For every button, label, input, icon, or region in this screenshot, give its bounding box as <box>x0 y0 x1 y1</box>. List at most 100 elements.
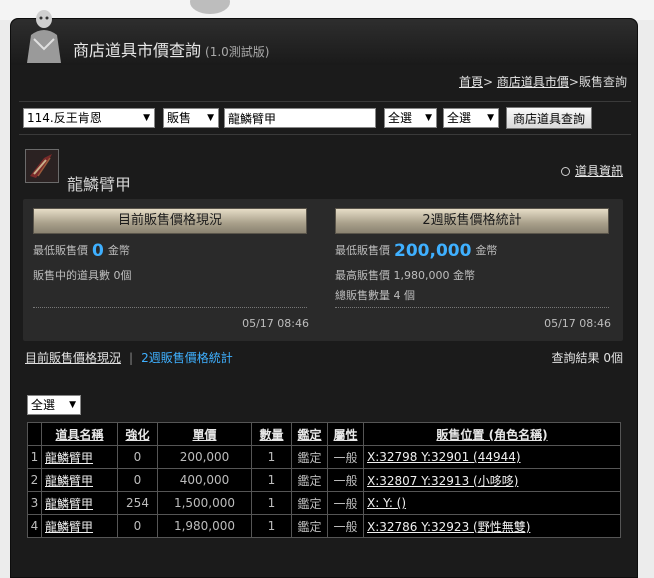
dotted-divider <box>33 307 307 308</box>
breadcrumb-separator: > <box>483 75 494 89</box>
row-price: 200,000 <box>157 445 252 469</box>
page-top-strip <box>0 0 654 20</box>
weekly-max-price: 最高販售價 1,980,000 金幣 <box>335 269 475 282</box>
row-location-link[interactable]: X:32807 Y:32913 (小哆哆) <box>363 468 621 492</box>
page-title-text: 商店道具市價查詢 <box>73 41 202 60</box>
row-qty: 1 <box>251 491 292 515</box>
row-qty: 1 <box>251 514 292 538</box>
price-summary-box: 目前販售價格現況 最低販售價 0 金幣 販售中的道具數 0個 05/17 08:46… <box>23 199 623 341</box>
row-item-name-link[interactable]: 龍鱗臂甲 <box>41 514 118 538</box>
chevron-down-icon: ▼ <box>487 113 494 123</box>
title-bar: 商店道具市價查詢 (1.0測試版) <box>11 10 637 65</box>
row-index: 1 <box>27 445 42 469</box>
view-tabs: 目前販售價格現況 | 2週販售價格統計 <box>25 349 233 366</box>
circle-icon <box>560 167 570 176</box>
character-avatar-icon <box>19 5 69 63</box>
search-bar: 114.反王肯恩 ▼ 販售 ▼ 全選 ▼ 全選 ▼ 商店道具查詢 <box>19 101 631 135</box>
row-location-link[interactable]: X:32786 Y:32923 (野性無雙) <box>363 514 621 538</box>
row-price: 1,980,000 <box>157 514 252 538</box>
row-index: 4 <box>27 514 42 538</box>
table-header-row: 道具名稱 強化 單價 數量 鑑定 屬性 販售位置 (角色名稱) <box>27 422 621 446</box>
weekly-min-value: 200,000 <box>394 241 472 261</box>
breadcrumb: 首頁> 商店道具市價>販售查詢 <box>459 73 627 90</box>
weekly-min-label: 最低販售價 <box>335 244 390 257</box>
column-header-name[interactable]: 道具名稱 <box>41 422 118 446</box>
row-index: 3 <box>27 491 42 515</box>
column-header-location[interactable]: 販售位置 (角色名稱) <box>363 422 621 446</box>
market-panel: 商店道具市價查詢 (1.0測試版) 首頁> 商店道具市價>販售查詢 114.反王肯… <box>10 10 638 578</box>
table-row: 1 龍鱗臂甲 0 200,000 1 鑑定 一般 X:32798 Y:32901… <box>27 445 621 469</box>
row-enhance: 0 <box>117 514 158 538</box>
trade-type-value: 販售 <box>167 111 192 125</box>
trade-type-select[interactable]: 販售 ▼ <box>163 108 219 128</box>
row-item-name-link[interactable]: 龍鱗臂甲 <box>41 491 118 515</box>
weekly-currency: 金幣 <box>475 244 498 257</box>
breadcrumb-separator: > <box>568 75 579 89</box>
shop-item-query-button[interactable]: 商店道具查詢 <box>506 107 593 129</box>
weekly-stats-column: 2週販售價格統計 最低販售價 200,000 金幣 最高販售價 1,980,000 … <box>325 199 625 341</box>
row-identified: 鑑定 <box>291 491 328 515</box>
row-attr: 一般 <box>327 491 364 515</box>
weekly-min-price: 最低販售價 200,000 金幣 <box>335 241 497 261</box>
column-header-qty[interactable]: 數量 <box>251 422 292 446</box>
breadcrumb-current: 販售查詢 <box>578 75 627 89</box>
row-identified: 鑑定 <box>291 468 328 492</box>
row-item-name-link[interactable]: 龍鱗臂甲 <box>41 468 118 492</box>
row-location-link[interactable]: X:32798 Y:32901 (44944) <box>363 445 621 469</box>
server-select-value: 114.反王肯恩 <box>27 111 102 125</box>
filter1-value: 全選 <box>388 111 413 125</box>
breadcrumb-home-link[interactable]: 首頁 <box>459 75 483 89</box>
current-price-header: 目前販售價格現況 <box>33 208 307 234</box>
row-enhance: 0 <box>117 468 158 492</box>
weekly-stats-header: 2週販售價格統計 <box>335 208 609 234</box>
table-row: 4 龍鱗臂甲 0 1,980,000 1 鑑定 一般 X:32786 Y:329… <box>27 514 621 538</box>
tab-weekly-stats[interactable]: 2週販售價格統計 <box>141 351 233 365</box>
row-identified: 鑑定 <box>291 445 328 469</box>
current-timestamp: 05/17 08:46 <box>242 317 309 330</box>
tab-separator: | <box>129 351 134 365</box>
current-currency: 金幣 <box>107 244 130 257</box>
filter2-select[interactable]: 全選 ▼ <box>443 108 499 128</box>
row-price: 1,500,000 <box>157 491 252 515</box>
weekly-total-count: 總販售數量 4 個 <box>335 289 415 302</box>
column-header-identified[interactable]: 鑑定 <box>291 422 328 446</box>
row-enhance: 254 <box>117 491 158 515</box>
current-min-price: 最低販售價 0 金幣 <box>33 241 130 261</box>
tab-current-price[interactable]: 目前販售價格現況 <box>25 351 121 365</box>
row-qty: 1 <box>251 468 292 492</box>
filter2-value: 全選 <box>447 111 472 125</box>
table-row: 3 龍鱗臂甲 254 1,500,000 1 鑑定 一般 X: Y: () <box>27 491 621 515</box>
current-min-value: 0 <box>92 241 104 261</box>
item-info-link[interactable]: 道具資訊 <box>560 162 623 179</box>
row-enhance: 0 <box>117 445 158 469</box>
chevron-down-icon: ▼ <box>207 113 214 123</box>
server-select[interactable]: 114.反王肯恩 ▼ <box>23 108 155 128</box>
current-min-label: 最低販售價 <box>33 244 88 257</box>
row-price: 400,000 <box>157 468 252 492</box>
list-filter-value: 全選 <box>31 398 56 412</box>
row-attr: 一般 <box>327 514 364 538</box>
result-count: 查詢結果 0個 <box>551 351 623 365</box>
keyword-input[interactable] <box>224 108 376 128</box>
chevron-down-icon: ▼ <box>425 113 432 123</box>
breadcrumb-market-link[interactable]: 商店道具市價 <box>497 75 569 89</box>
index-header <box>27 422 42 446</box>
filter1-select[interactable]: 全選 ▼ <box>384 108 437 128</box>
chevron-down-icon: ▼ <box>143 113 150 123</box>
item-name: 龍鱗臂甲 <box>67 175 132 194</box>
row-attr: 一般 <box>327 445 364 469</box>
row-item-name-link[interactable]: 龍鱗臂甲 <box>41 445 118 469</box>
version-label: (1.0測試版) <box>205 45 270 59</box>
row-location-link[interactable]: X: Y: () <box>363 491 621 515</box>
row-attr: 一般 <box>327 468 364 492</box>
results-table: 道具名稱 強化 單價 數量 鑑定 屬性 販售位置 (角色名稱) 1 龍鱗臂甲 0… <box>27 422 621 538</box>
column-header-enhance[interactable]: 強化 <box>117 422 158 446</box>
column-header-price[interactable]: 單價 <box>157 422 252 446</box>
row-index: 2 <box>27 468 42 492</box>
chevron-down-icon: ▼ <box>69 400 76 410</box>
table-row: 2 龍鱗臂甲 0 400,000 1 鑑定 一般 X:32807 Y:32913… <box>27 468 621 492</box>
list-filter-select[interactable]: 全選 ▼ <box>27 395 81 415</box>
dotted-divider <box>335 307 609 308</box>
column-header-attr[interactable]: 屬性 <box>327 422 364 446</box>
top-decoration <box>190 0 230 14</box>
